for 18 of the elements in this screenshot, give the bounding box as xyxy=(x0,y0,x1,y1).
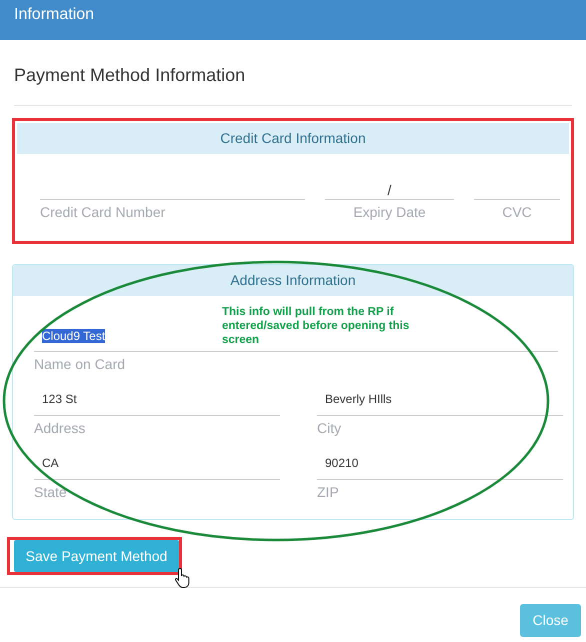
input-field[interactable]: CA xyxy=(34,454,280,480)
input-field[interactable]: / xyxy=(325,182,454,200)
input-field[interactable]: 123 St xyxy=(34,390,280,416)
panel-title: Credit Card Information xyxy=(17,123,569,154)
field-label: Name on Card xyxy=(34,356,126,373)
input-field[interactable]: 90210 xyxy=(317,454,563,480)
field-label: Credit Card Number xyxy=(40,204,166,221)
field-label: CVC xyxy=(501,204,533,221)
field-label: City xyxy=(317,420,342,437)
panel-title: Address Information xyxy=(13,265,573,296)
dialog-title: Information xyxy=(14,6,94,23)
field-label: Address xyxy=(34,420,86,437)
field-label: State xyxy=(34,484,68,501)
input-field[interactable]: Beverly HIlls xyxy=(317,390,563,416)
section-heading: Payment Method Information xyxy=(14,64,246,86)
field-label: ZIP xyxy=(317,484,340,501)
field-label: Expiry Date xyxy=(352,204,427,221)
hand-cursor-icon xyxy=(174,567,192,589)
